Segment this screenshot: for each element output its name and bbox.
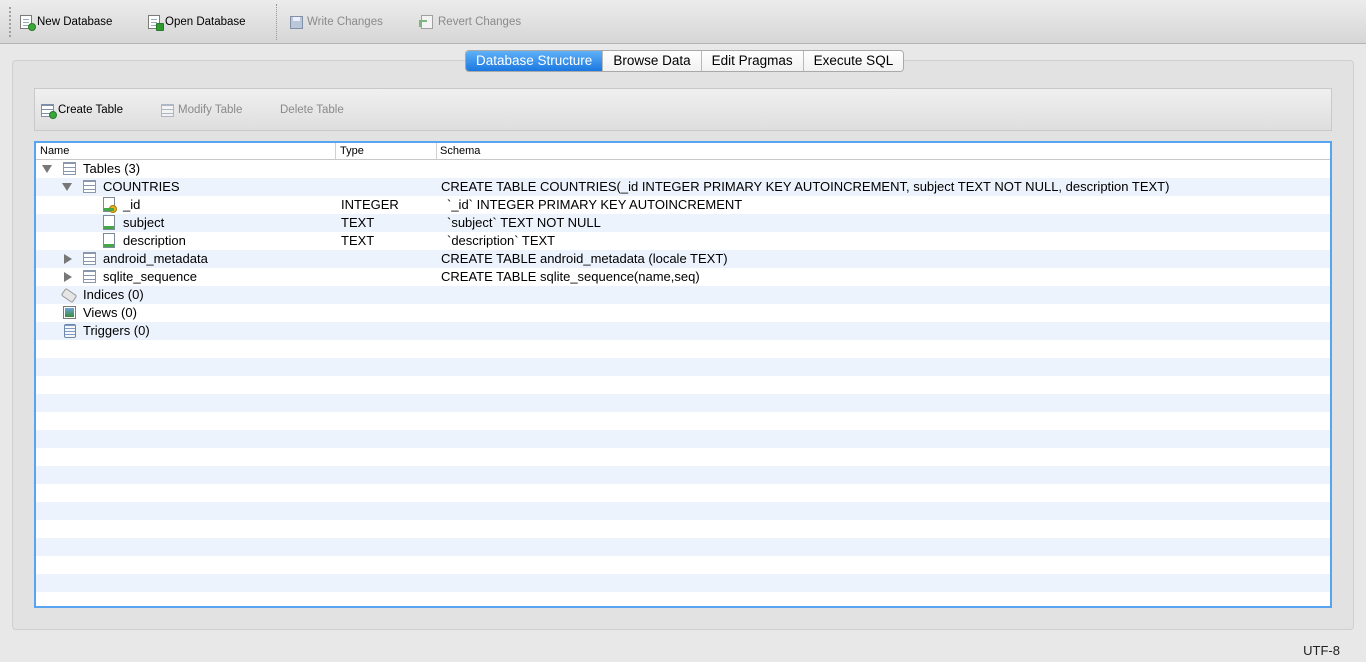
- create-table-button[interactable]: Create Table: [41, 102, 123, 119]
- row-type: TEXT: [341, 233, 375, 248]
- table-icon: [83, 270, 96, 283]
- tree-row-field[interactable]: description TEXT `description` TEXT: [36, 232, 1330, 250]
- column-divider[interactable]: [436, 143, 437, 159]
- row-name: Tables (3): [83, 161, 141, 176]
- write-changes-button[interactable]: Write Changes: [290, 12, 383, 32]
- row-name: sqlite_sequence: [103, 269, 197, 284]
- row-name: Indices (0): [83, 287, 144, 302]
- tree-row-table[interactable]: sqlite_sequence CREATE TABLE sqlite_sequ…: [36, 268, 1330, 286]
- main-toolbar: New Database Open Database Write Changes…: [0, 0, 1366, 44]
- tree-row-indices[interactable]: Indices (0): [36, 286, 1330, 304]
- open-database-button[interactable]: Open Database: [148, 12, 246, 32]
- open-database-icon: [148, 14, 164, 31]
- expand-arrow-icon[interactable]: [42, 165, 52, 173]
- tab-execute-sql[interactable]: Execute SQL: [803, 51, 904, 71]
- tree-row-table[interactable]: COUNTRIES CREATE TABLE COUNTRIES(_id INT…: [36, 178, 1330, 196]
- row-schema: `_id` INTEGER PRIMARY KEY AUTOINCREMENT: [447, 197, 743, 212]
- tab-browse-data[interactable]: Browse Data: [603, 51, 702, 71]
- structure-toolbar: Create Table Modify Table Delete Table: [34, 88, 1332, 131]
- create-table-label: Create Table: [58, 104, 123, 116]
- revert-changes-label: Revert Changes: [438, 16, 522, 28]
- row-name: Triggers (0): [83, 323, 150, 338]
- tree-rows: Tables (3) COUNTRIES CREATE TABLE COUNTR…: [36, 160, 1330, 606]
- row-schema: `subject` TEXT NOT NULL: [447, 215, 601, 230]
- row-schema: CREATE TABLE sqlite_sequence(name,seq): [441, 269, 700, 284]
- tree-row-field[interactable]: _id INTEGER `_id` INTEGER PRIMARY KEY AU…: [36, 196, 1330, 214]
- row-name: COUNTRIES: [103, 179, 180, 194]
- row-type: INTEGER: [341, 197, 399, 212]
- tab-edit-pragmas[interactable]: Edit Pragmas: [701, 51, 804, 71]
- toolbar-separator: [276, 4, 277, 40]
- column-divider[interactable]: [335, 143, 336, 159]
- table-icon: [83, 252, 96, 265]
- row-type: TEXT: [341, 215, 375, 230]
- row-schema: CREATE TABLE android_metadata (locale TE…: [441, 251, 728, 266]
- row-name: description: [123, 233, 186, 248]
- revert-changes-button[interactable]: Revert Changes: [419, 12, 522, 32]
- index-tag-icon: [60, 287, 78, 304]
- new-database-button[interactable]: New Database: [20, 12, 112, 32]
- tree-row-tables[interactable]: Tables (3): [36, 160, 1330, 178]
- modify-table-label: Modify Table: [178, 104, 243, 116]
- save-icon: [290, 14, 304, 30]
- row-schema: CREATE TABLE COUNTRIES(_id INTEGER PRIMA…: [441, 179, 1170, 194]
- field-icon: [103, 215, 115, 230]
- collapse-arrow-icon[interactable]: [64, 272, 72, 282]
- modify-table-button[interactable]: Modify Table: [161, 102, 242, 118]
- column-header-name[interactable]: Name: [40, 145, 69, 157]
- delete-table-label: Delete Table: [280, 104, 344, 116]
- field-icon: [103, 233, 115, 248]
- encoding-status: UTF-8: [1303, 643, 1340, 658]
- tree-row-table[interactable]: android_metadata CREATE TABLE android_me…: [36, 250, 1330, 268]
- tree-row-field[interactable]: subject TEXT `subject` TEXT NOT NULL: [36, 214, 1330, 232]
- column-header-type[interactable]: Type: [340, 145, 364, 157]
- tree-header: Name Type Schema: [36, 143, 1330, 160]
- tab-database-structure[interactable]: Database Structure: [466, 51, 604, 71]
- schema-tree[interactable]: Name Type Schema Tables (3) COUNTRIES CR…: [34, 141, 1332, 608]
- row-name: _id: [123, 197, 141, 212]
- tree-row-views[interactable]: Views (0): [36, 304, 1330, 322]
- table-icon: [83, 180, 96, 193]
- write-changes-label: Write Changes: [307, 16, 383, 28]
- view-icon: [63, 306, 76, 319]
- new-database-icon: [20, 14, 36, 31]
- row-name: Views (0): [83, 305, 137, 320]
- row-schema: `description` TEXT: [447, 233, 556, 248]
- revert-icon: [419, 14, 435, 30]
- table-icon: [63, 162, 76, 175]
- new-database-label: New Database: [37, 16, 113, 28]
- toolbar-grip[interactable]: [8, 6, 12, 38]
- row-name: android_metadata: [103, 251, 208, 266]
- delete-table-button[interactable]: Delete Table: [280, 102, 344, 118]
- collapse-arrow-icon[interactable]: [64, 254, 72, 264]
- modify-table-icon: [161, 102, 175, 118]
- create-table-icon: [41, 102, 57, 119]
- column-header-schema[interactable]: Schema: [440, 145, 480, 157]
- trigger-icon: [64, 324, 76, 338]
- tree-row-triggers[interactable]: Triggers (0): [36, 322, 1330, 340]
- row-name: subject: [123, 215, 165, 230]
- tab-bar: Database Structure Browse Data Edit Prag…: [465, 50, 905, 72]
- expand-arrow-icon[interactable]: [62, 183, 72, 191]
- open-database-label: Open Database: [165, 16, 246, 28]
- primary-key-field-icon: [103, 197, 117, 213]
